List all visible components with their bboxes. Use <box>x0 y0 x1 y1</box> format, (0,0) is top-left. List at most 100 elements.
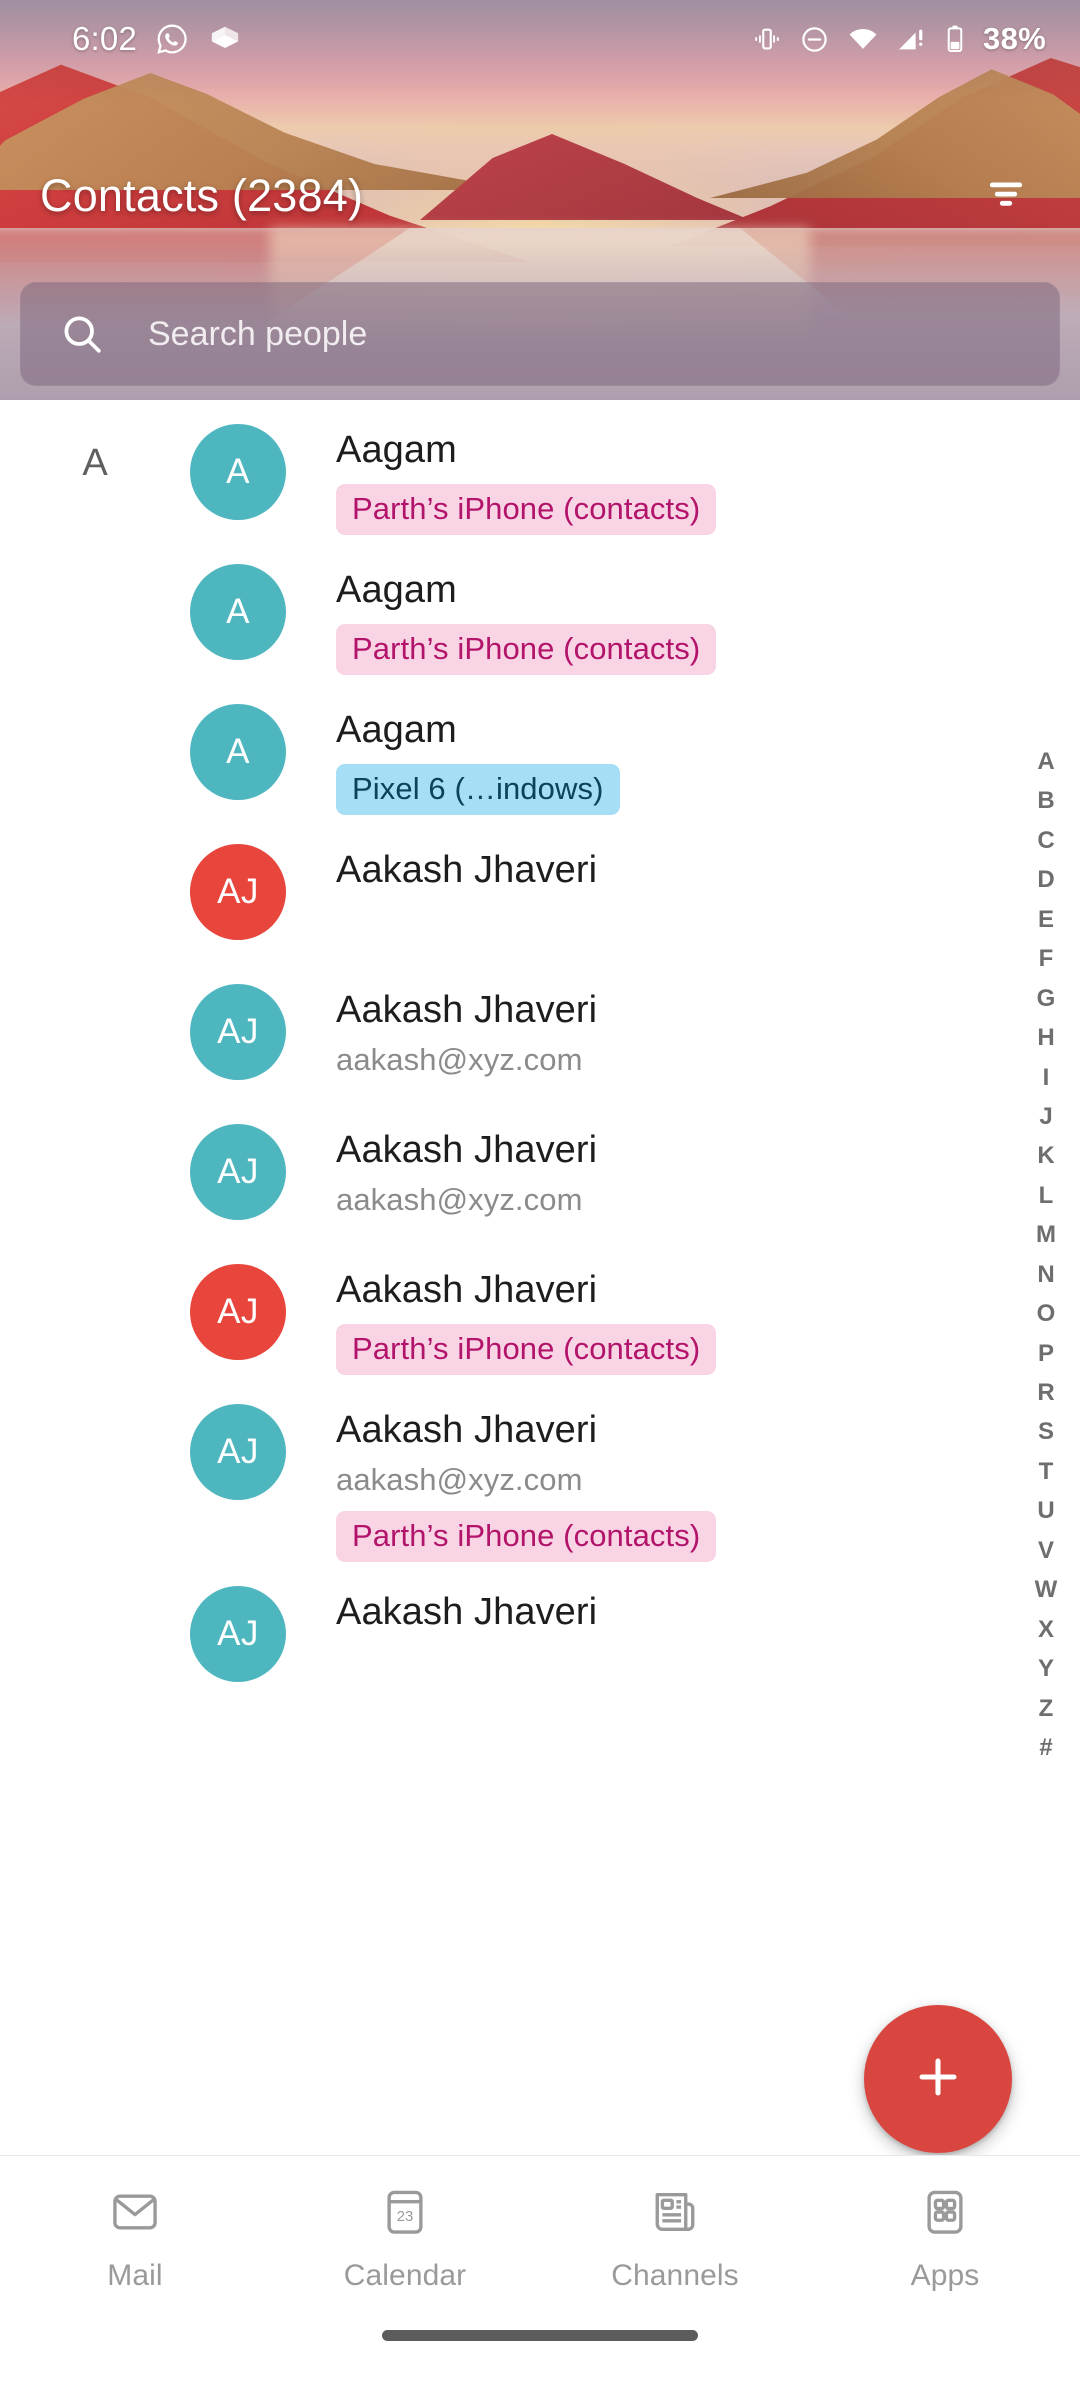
nav-item-apps[interactable]: Apps <box>810 2156 1080 2293</box>
alphabet-index-letter[interactable]: C <box>1037 828 1054 853</box>
section-header-spacer <box>0 960 190 1002</box>
do-not-disturb-icon <box>799 24 830 55</box>
section-header-spacer <box>0 680 190 722</box>
alphabet-index-letter[interactable]: U <box>1037 1499 1054 1523</box>
alphabet-index-letter[interactable]: G <box>1037 986 1056 1011</box>
contact-list-item[interactable]: AJ Aakash Jhaveri <box>0 1562 1080 1702</box>
contact-name: Aakash Jhaveri <box>336 989 598 1031</box>
avatar[interactable]: AJ <box>190 844 286 940</box>
contact-info: Aakash Jhaveri <box>336 1562 597 1635</box>
alphabet-index-letter[interactable]: Y <box>1038 1657 1054 1681</box>
alphabet-index-letter[interactable]: # <box>1039 1735 1052 1760</box>
search-bar[interactable] <box>20 282 1060 386</box>
contact-source-badge: Parth’s iPhone (contacts) <box>336 483 717 536</box>
alphabet-index-letter[interactable]: M <box>1036 1223 1056 1247</box>
contact-source-badge: Parth’s iPhone (contacts) <box>336 1510 717 1563</box>
status-bar-left: 6:02 <box>0 20 243 58</box>
alphabet-index-letter[interactable]: Z <box>1039 1696 1054 1721</box>
alphabet-index-letter[interactable]: B <box>1037 789 1054 813</box>
plus-icon <box>909 2048 967 2111</box>
nav-label-apps: Apps <box>910 2259 980 2292</box>
section-header-spacer <box>0 1240 190 1282</box>
contact-list-item[interactable]: AJ Aakash Jhaveri aakash@xyz.com <box>0 1100 1080 1240</box>
page-title: Contacts (2384) <box>40 170 364 221</box>
nav-item-channels[interactable]: Channels <box>540 2156 810 2293</box>
alphabet-index-letter[interactable]: I <box>1043 1065 1050 1090</box>
contact-list-item[interactable]: AJ Aakash Jhaveri Parth’s iPhone (contacts… <box>0 1240 1080 1380</box>
avatar[interactable]: AJ <box>190 1124 286 1220</box>
apps-grid-icon <box>917 2184 973 2245</box>
alphabet-index-letter[interactable]: R <box>1037 1381 1054 1405</box>
contact-info: Aagam Parth’s iPhone (contacts) <box>336 540 717 676</box>
alphabet-index-letter[interactable]: P <box>1038 1341 1054 1366</box>
alphabet-index-letter[interactable]: K <box>1037 1144 1054 1168</box>
cellular-signal-warning-icon <box>896 24 927 55</box>
alphabet-index-letter[interactable]: O <box>1037 1302 1056 1326</box>
alphabet-index-letter[interactable]: V <box>1038 1538 1054 1563</box>
contact-info: Aakash Jhaveri aakash@xyz.com <box>336 1100 597 1220</box>
nav-label-channels: Channels <box>611 2259 739 2292</box>
alphabet-index-letter[interactable]: H <box>1037 1026 1054 1050</box>
contact-name: Aakash Jhaveri <box>336 1591 598 1634</box>
nav-item-calendar[interactable]: 23 Calendar <box>270 2156 540 2293</box>
add-contact-fab[interactable] <box>864 2005 1012 2153</box>
wifi-icon <box>847 23 879 55</box>
contact-source-badge-wrap: Pixel 6 (…indows) <box>336 753 620 816</box>
nav-label-calendar: Calendar <box>343 2259 467 2292</box>
section-header-letter: A <box>82 442 108 484</box>
filter-button[interactable] <box>976 166 1036 226</box>
filter-icon <box>983 171 1029 222</box>
section-header-spacer <box>0 820 190 862</box>
alphabet-index-letter[interactable]: L <box>1039 1183 1054 1208</box>
search-icon <box>58 310 106 358</box>
avatar[interactable]: A <box>190 424 286 520</box>
contact-name: Aakash Jhaveri <box>336 1409 598 1451</box>
battery-icon <box>944 23 966 55</box>
alphabet-index-letter[interactable]: S <box>1038 1420 1054 1444</box>
contact-info: Aagam Pixel 6 (…indows) <box>336 680 620 816</box>
avatar[interactable]: A <box>190 704 286 800</box>
status-bar: 6:02 38% <box>0 0 1080 78</box>
avatar[interactable]: A <box>190 564 286 660</box>
gesture-navigation-bar[interactable] <box>382 2330 698 2341</box>
nav-item-mail[interactable]: Mail <box>0 2156 270 2293</box>
section-header-spacer <box>0 1380 190 1422</box>
alphabet-index-letter[interactable]: T <box>1039 1459 1054 1484</box>
alphabet-index-letter[interactable]: D <box>1037 868 1054 892</box>
contact-list-item[interactable]: AJ Aakash Jhaveri aakash@xyz.com Parth’s iP… <box>0 1380 1080 1563</box>
avatar[interactable]: AJ <box>190 984 286 1080</box>
contact-name: Aakash Jhaveri <box>336 849 598 891</box>
contact-source-badge: Parth’s iPhone (contacts) <box>336 623 717 676</box>
channels-icon <box>647 2184 703 2245</box>
alphabet-index-letter[interactable]: A <box>1037 750 1054 774</box>
avatar[interactable]: AJ <box>190 1586 286 1683</box>
alphabet-index-letter[interactable]: E <box>1038 907 1054 932</box>
alphabet-index-scrubber[interactable]: A B C D E F G H I J K L M N O P R S T U V W X Y Z # <box>1012 750 1080 1760</box>
contact-email: aakash@xyz.com <box>336 1041 583 1077</box>
section-header-spacer <box>0 1100 190 1142</box>
contact-email: aakash@xyz.com <box>336 1181 583 1217</box>
contact-list-item[interactable]: A A Aagam Parth’s iPhone (contacts) <box>0 400 1080 540</box>
package-delivery-icon <box>207 21 243 57</box>
bottom-navigation-bar[interactable]: Mail 23 Calendar Channels Apps <box>0 2155 1080 2330</box>
contact-list-item[interactable]: AJ Aakash Jhaveri <box>0 820 1080 960</box>
calendar-icon: 23 <box>377 2184 433 2245</box>
status-bar-right: 38% <box>752 21 1046 57</box>
alphabet-index-letter[interactable]: J <box>1039 1104 1052 1129</box>
contact-name: Aagam <box>336 569 457 611</box>
contact-source-badge-wrap: Parth’s iPhone (contacts) <box>336 1313 717 1376</box>
nav-label-mail: Mail <box>107 2259 163 2292</box>
battery-percent-label: 38% <box>983 21 1046 56</box>
alphabet-index-letter[interactable]: W <box>1035 1578 1058 1602</box>
contact-list-item[interactable]: AJ Aakash Jhaveri aakash@xyz.com <box>0 960 1080 1100</box>
avatar[interactable]: AJ <box>190 1404 286 1500</box>
alphabet-index-letter[interactable]: N <box>1037 1262 1054 1287</box>
avatar[interactable]: AJ <box>190 1264 286 1360</box>
contact-list[interactable]: A A Aagam Parth’s iPhone (contacts) A Aagam Pa… <box>0 400 1080 2155</box>
alphabet-index-letter[interactable]: X <box>1038 1617 1054 1642</box>
search-input[interactable] <box>148 314 968 354</box>
contact-list-item[interactable]: A Aagam Parth’s iPhone (contacts) <box>0 540 1080 680</box>
vibrate-icon <box>752 24 782 54</box>
contact-list-item[interactable]: A Aagam Pixel 6 (…indows) <box>0 680 1080 820</box>
alphabet-index-letter[interactable]: F <box>1039 947 1054 971</box>
